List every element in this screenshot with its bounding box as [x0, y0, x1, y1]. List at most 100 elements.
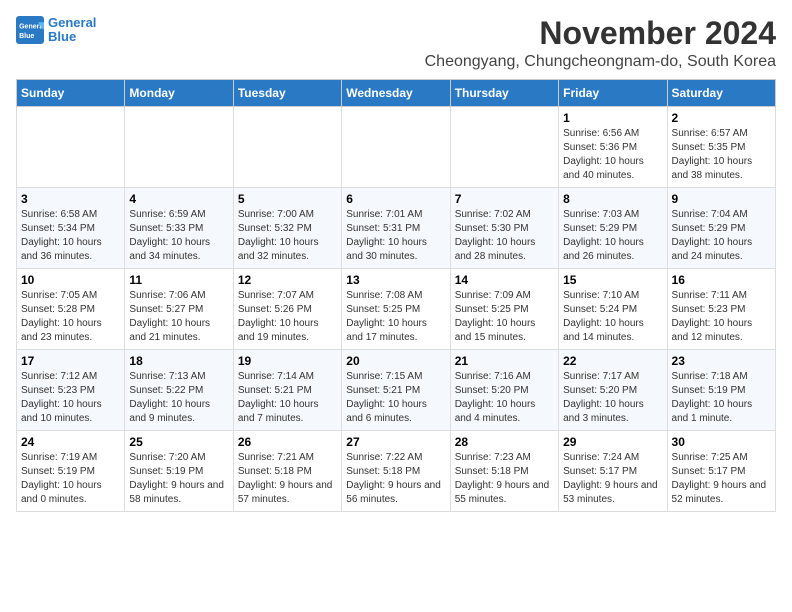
calendar-cell: 8Sunrise: 7:03 AM Sunset: 5:29 PM Daylig…: [559, 188, 667, 269]
calendar-cell: 19 Sunrise: 7:14 AM Sunset: 5:21 PM Dayli…: [233, 350, 341, 431]
day-number: 1: [563, 111, 662, 125]
day-info: Sunrise: 7:24 AM Sunset: 5:17 PM Dayligh…: [563, 451, 662, 507]
day-info: Sunrise: 7:00 AM Sunset: 5:32 PM Dayligh…: [238, 208, 337, 264]
day-info: Sunrise: 6:58 AM Sunset: 5:34 PM Dayligh…: [21, 208, 120, 264]
calendar-cell: 15 Sunrise: 7:10 AM Sunset: 5:24 PM Dayli…: [559, 269, 667, 350]
day-number: 29: [563, 435, 662, 449]
day-info: Sunrise: 7:12 AM Sunset: 5:23 PM Dayligh…: [21, 370, 120, 426]
logo-text: General Blue: [48, 16, 96, 45]
calendar-cell: [17, 107, 125, 188]
day-info: Sunrise: 7:14 AM Sunset: 5:21 PM Dayligh…: [238, 370, 337, 426]
calendar-week-row: 1 Sunrise: 6:56 AM Sunset: 5:36 PM Daylig…: [17, 107, 776, 188]
day-number: 10: [21, 273, 120, 287]
day-number: 4: [129, 192, 228, 206]
calendar-cell: [342, 107, 450, 188]
svg-text:Blue: Blue: [19, 33, 34, 40]
day-number: 30: [672, 435, 771, 449]
calendar-cell: 4 Sunrise: 6:59 AM Sunset: 5:33 PM Daylig…: [125, 188, 233, 269]
day-number: 14: [455, 273, 554, 287]
day-info: Sunrise: 6:57 AM Sunset: 5:35 PM Dayligh…: [672, 127, 771, 183]
day-number: 28: [455, 435, 554, 449]
day-number: 15: [563, 273, 662, 287]
day-number: 7: [455, 192, 554, 206]
day-info: Sunrise: 6:59 AM Sunset: 5:33 PM Dayligh…: [129, 208, 228, 264]
day-number: 11: [129, 273, 228, 287]
day-number: 3: [21, 192, 120, 206]
calendar-cell: 6Sunrise: 7:01 AM Sunset: 5:31 PM Daylig…: [342, 188, 450, 269]
day-number: 18: [129, 354, 228, 368]
day-info: Sunrise: 7:25 AM Sunset: 5:17 PM Dayligh…: [672, 451, 771, 507]
calendar-cell: 9Sunrise: 7:04 AM Sunset: 5:29 PM Daylig…: [667, 188, 775, 269]
calendar-week-row: 10Sunrise: 7:05 AM Sunset: 5:28 PM Dayli…: [17, 269, 776, 350]
general-blue-logo-icon: General Blue: [16, 16, 44, 44]
calendar-cell: 28 Sunrise: 7:23 AM Sunset: 5:18 PM Dayli…: [450, 431, 558, 512]
calendar-cell: 17Sunrise: 7:12 AM Sunset: 5:23 PM Dayli…: [17, 350, 125, 431]
day-number: 12: [238, 273, 337, 287]
day-info: Sunrise: 7:13 AM Sunset: 5:22 PM Dayligh…: [129, 370, 228, 426]
weekday-header-tuesday: Tuesday: [233, 80, 341, 107]
day-number: 27: [346, 435, 445, 449]
calendar-cell: 2 Sunrise: 6:57 AM Sunset: 5:35 PM Daylig…: [667, 107, 775, 188]
weekday-header-monday: Monday: [125, 80, 233, 107]
calendar-cell: 14 Sunrise: 7:09 AM Sunset: 5:25 PM Dayli…: [450, 269, 558, 350]
day-info: Sunrise: 7:02 AM Sunset: 5:30 PM Dayligh…: [455, 208, 554, 264]
calendar-cell: 11Sunrise: 7:06 AM Sunset: 5:27 PM Dayli…: [125, 269, 233, 350]
day-info: Sunrise: 7:08 AM Sunset: 5:25 PM Dayligh…: [346, 289, 445, 345]
day-info: Sunrise: 7:20 AM Sunset: 5:19 PM Dayligh…: [129, 451, 228, 507]
calendar-cell: 29 Sunrise: 7:24 AM Sunset: 5:17 PM Dayli…: [559, 431, 667, 512]
day-number: 2: [672, 111, 771, 125]
day-info: Sunrise: 7:21 AM Sunset: 5:18 PM Dayligh…: [238, 451, 337, 507]
calendar-cell: 3 Sunrise: 6:58 AM Sunset: 5:34 PM Daylig…: [17, 188, 125, 269]
day-info: Sunrise: 7:23 AM Sunset: 5:18 PM Dayligh…: [455, 451, 554, 507]
calendar-week-row: 17Sunrise: 7:12 AM Sunset: 5:23 PM Dayli…: [17, 350, 776, 431]
calendar-cell: 30 Sunrise: 7:25 AM Sunset: 5:17 PM Dayli…: [667, 431, 775, 512]
month-title: November 2024: [425, 16, 776, 51]
day-info: Sunrise: 7:17 AM Sunset: 5:20 PM Dayligh…: [563, 370, 662, 426]
calendar-cell: 24Sunrise: 7:19 AM Sunset: 5:19 PM Dayli…: [17, 431, 125, 512]
calendar-cell: 25 Sunrise: 7:20 AM Sunset: 5:19 PM Dayli…: [125, 431, 233, 512]
day-info: Sunrise: 7:18 AM Sunset: 5:19 PM Dayligh…: [672, 370, 771, 426]
day-info: Sunrise: 7:10 AM Sunset: 5:24 PM Dayligh…: [563, 289, 662, 345]
calendar-cell: 5 Sunrise: 7:00 AM Sunset: 5:32 PM Daylig…: [233, 188, 341, 269]
day-number: 19: [238, 354, 337, 368]
logo: General Blue General Blue: [16, 16, 96, 45]
calendar-table: SundayMondayTuesdayWednesdayThursdayFrid…: [16, 79, 776, 512]
day-number: 16: [672, 273, 771, 287]
title-section: November 2024 Cheongyang, Chungcheongnam…: [425, 16, 776, 71]
logo-line1: General: [48, 15, 96, 30]
day-number: 13: [346, 273, 445, 287]
day-info: Sunrise: 7:01 AM Sunset: 5:31 PM Dayligh…: [346, 208, 445, 264]
weekday-header-friday: Friday: [559, 80, 667, 107]
calendar-cell: [233, 107, 341, 188]
day-number: 5: [238, 192, 337, 206]
calendar-cell: 21 Sunrise: 7:16 AM Sunset: 5:20 PM Dayli…: [450, 350, 558, 431]
day-info: Sunrise: 7:22 AM Sunset: 5:18 PM Dayligh…: [346, 451, 445, 507]
day-number: 23: [672, 354, 771, 368]
day-number: 21: [455, 354, 554, 368]
calendar-cell: 18 Sunrise: 7:13 AM Sunset: 5:22 PM Dayli…: [125, 350, 233, 431]
day-number: 8: [563, 192, 662, 206]
day-info: Sunrise: 7:16 AM Sunset: 5:20 PM Dayligh…: [455, 370, 554, 426]
weekday-header-saturday: Saturday: [667, 80, 775, 107]
calendar-cell: [125, 107, 233, 188]
calendar-cell: 13 Sunrise: 7:08 AM Sunset: 5:25 PM Dayli…: [342, 269, 450, 350]
day-info: Sunrise: 7:09 AM Sunset: 5:25 PM Dayligh…: [455, 289, 554, 345]
day-number: 22: [563, 354, 662, 368]
day-info: Sunrise: 7:11 AM Sunset: 5:23 PM Dayligh…: [672, 289, 771, 345]
calendar-cell: [450, 107, 558, 188]
day-info: Sunrise: 7:07 AM Sunset: 5:26 PM Dayligh…: [238, 289, 337, 345]
weekday-header-sunday: Sunday: [17, 80, 125, 107]
day-number: 24: [21, 435, 120, 449]
day-number: 25: [129, 435, 228, 449]
calendar-cell: 26Sunrise: 7:21 AM Sunset: 5:18 PM Dayli…: [233, 431, 341, 512]
location-title: Cheongyang, Chungcheongnam-do, South Kor…: [425, 53, 776, 71]
day-number: 9: [672, 192, 771, 206]
calendar-cell: 23 Sunrise: 7:18 AM Sunset: 5:19 PM Dayli…: [667, 350, 775, 431]
calendar-cell: 16 Sunrise: 7:11 AM Sunset: 5:23 PM Dayli…: [667, 269, 775, 350]
calendar-cell: 7 Sunrise: 7:02 AM Sunset: 5:30 PM Daylig…: [450, 188, 558, 269]
calendar-cell: 27 Sunrise: 7:22 AM Sunset: 5:18 PM Dayli…: [342, 431, 450, 512]
calendar-cell: 10Sunrise: 7:05 AM Sunset: 5:28 PM Dayli…: [17, 269, 125, 350]
day-info: Sunrise: 6:56 AM Sunset: 5:36 PM Dayligh…: [563, 127, 662, 183]
calendar-cell: 22 Sunrise: 7:17 AM Sunset: 5:20 PM Dayli…: [559, 350, 667, 431]
calendar-week-row: 3 Sunrise: 6:58 AM Sunset: 5:34 PM Daylig…: [17, 188, 776, 269]
